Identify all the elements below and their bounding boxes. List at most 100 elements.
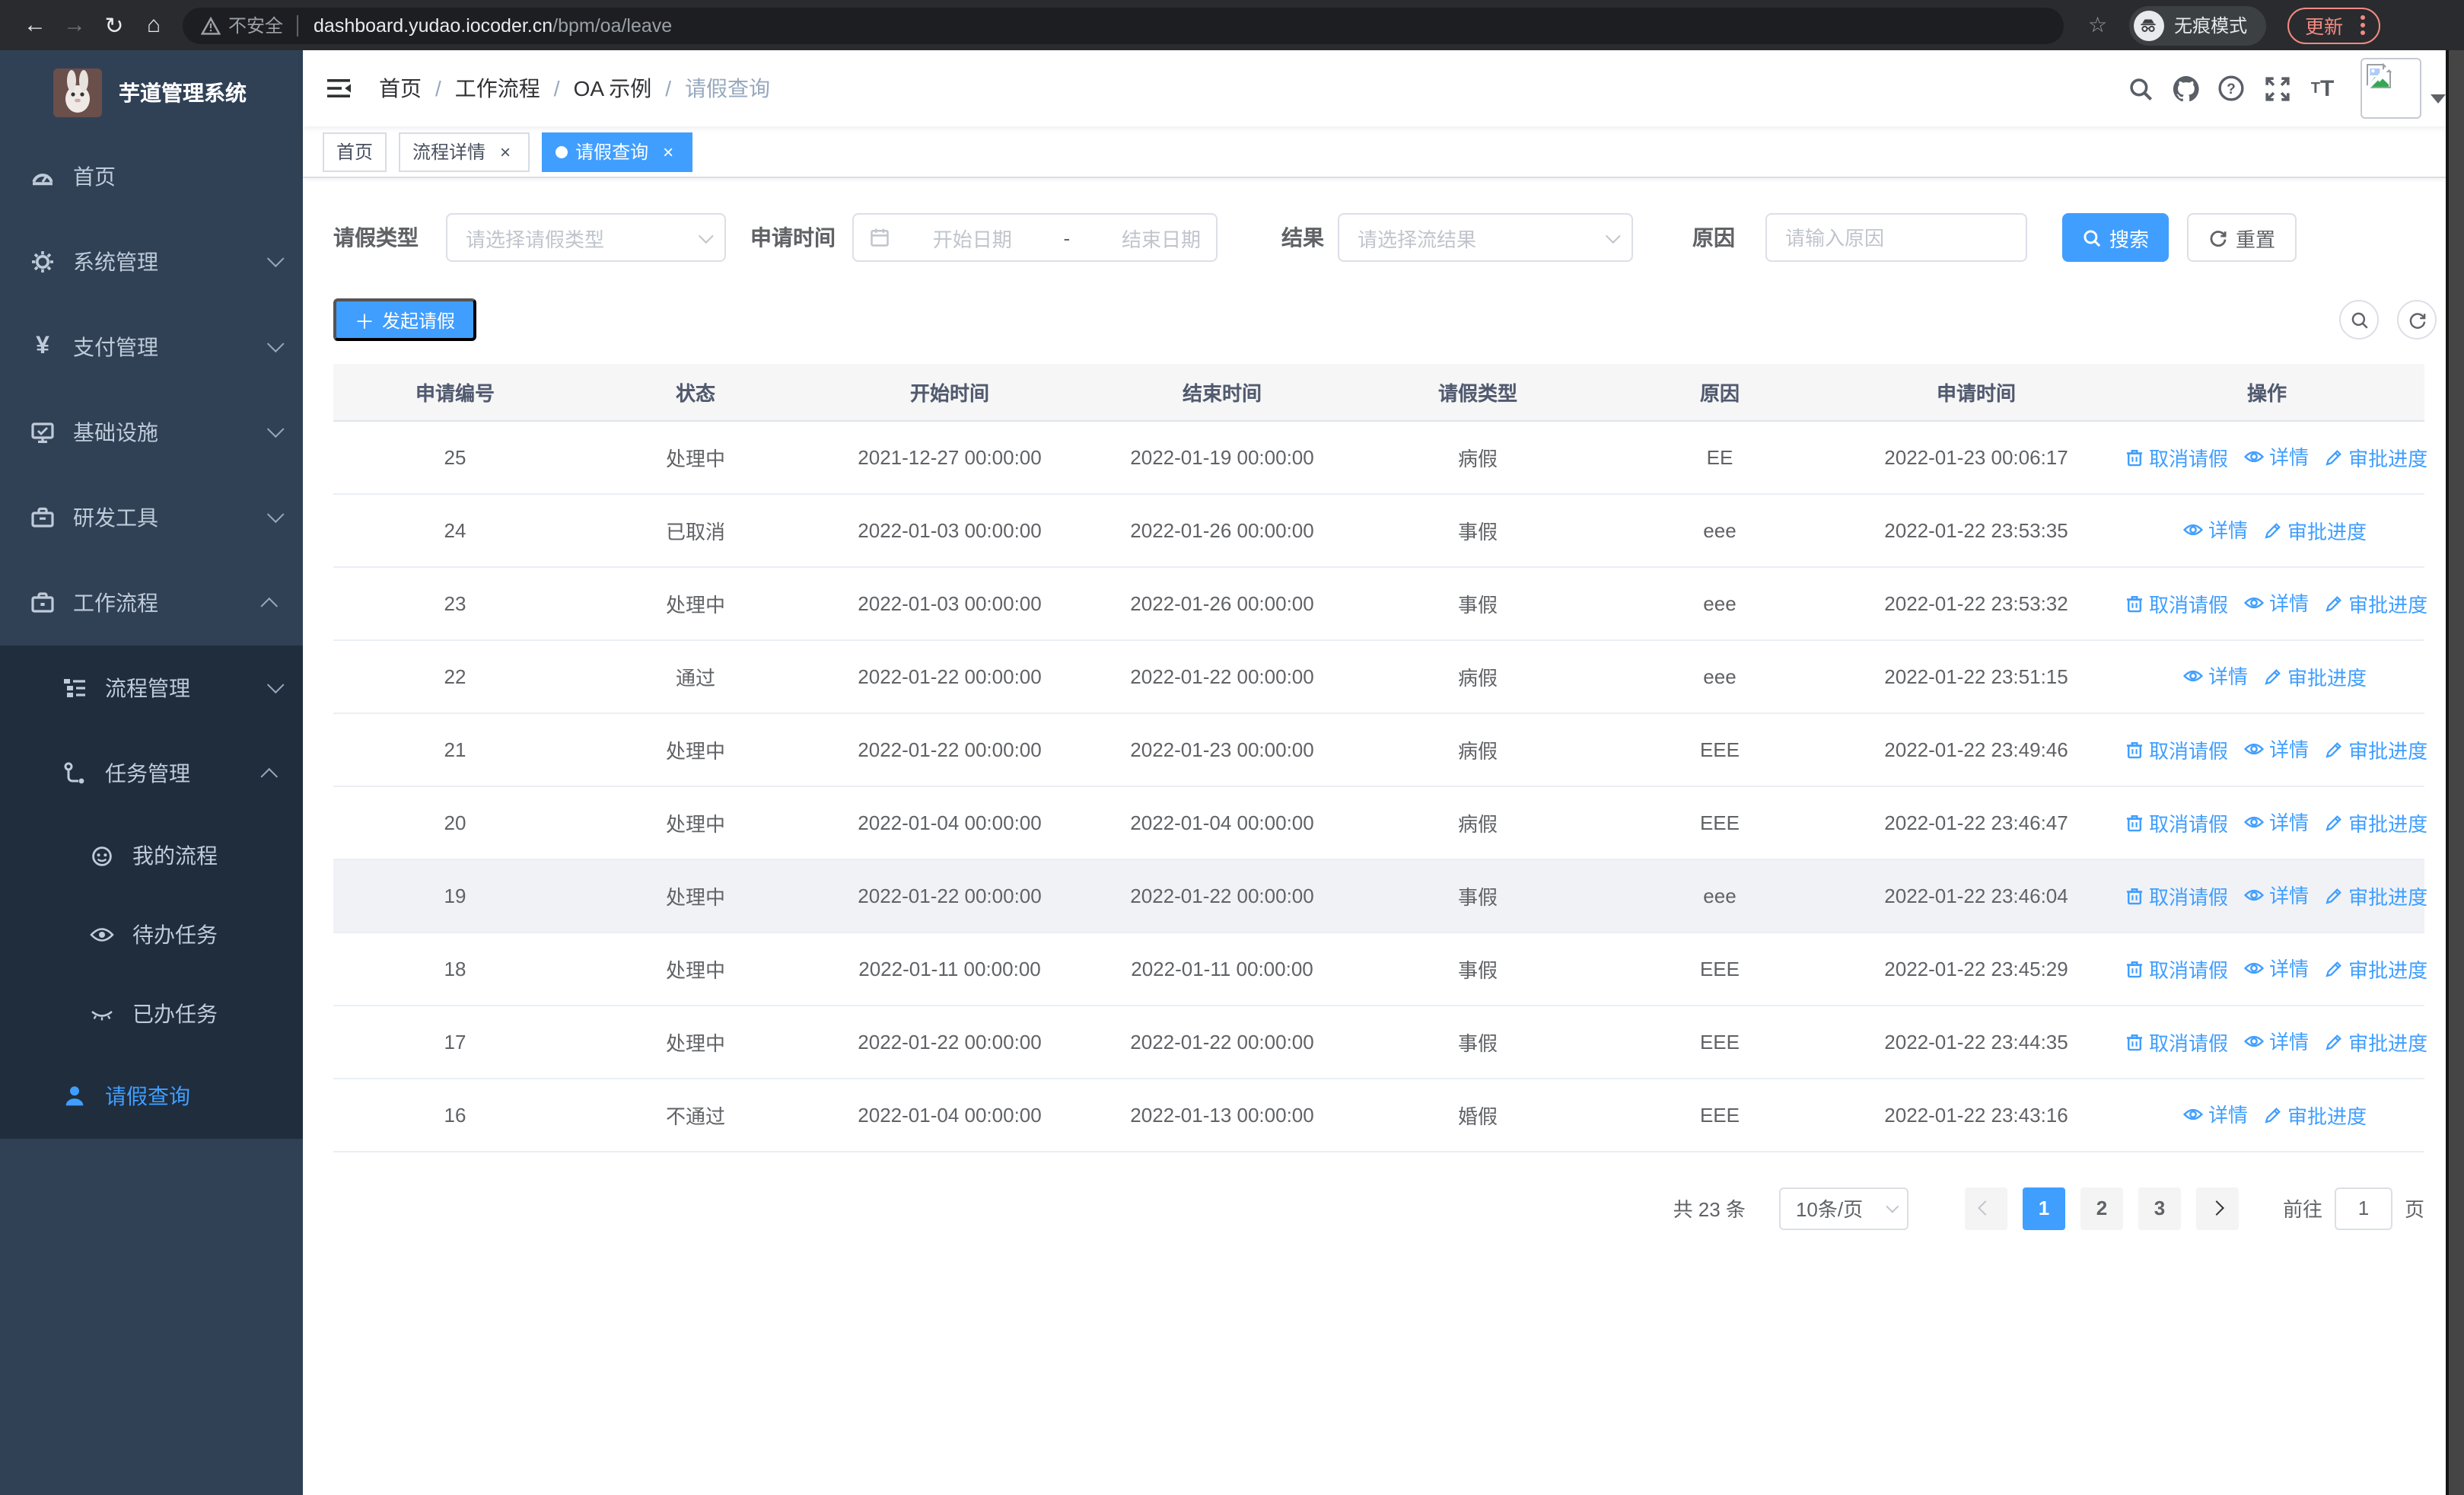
sidebar-collapse-icon[interactable] <box>303 76 376 100</box>
tag-leave-query[interactable]: 请假查询 × <box>542 132 693 171</box>
cancel-link[interactable]: 取消请假 <box>2125 881 2228 910</box>
sidebar-item-done-tasks[interactable]: 已办任务 <box>0 974 303 1054</box>
security-label[interactable]: 不安全 <box>228 12 283 38</box>
detail-link[interactable]: 详情 <box>2243 588 2309 617</box>
progress-link[interactable]: 审批进度 <box>2324 881 2427 910</box>
search-icon[interactable] <box>2117 50 2163 126</box>
breadcrumb-home[interactable]: 首页 <box>379 73 422 104</box>
fullscreen-icon[interactable] <box>2254 50 2300 126</box>
browser-update-button[interactable]: 更新 <box>2287 7 2380 43</box>
browser-toolbar: ← → ↻ ⌂ 不安全 dashboard.yudao.iocoder.cn /… <box>0 0 2464 50</box>
sidebar-logo[interactable]: 芋道管理系统 <box>0 50 303 134</box>
detail-link[interactable]: 详情 <box>2243 442 2309 471</box>
tag-home[interactable]: 首页 <box>323 132 387 171</box>
sidebar-item-workflow[interactable]: 工作流程 <box>0 560 303 645</box>
chevron-down-icon <box>266 676 285 694</box>
font-size-icon[interactable]: TT <box>2300 50 2345 126</box>
detail-link[interactable]: 详情 <box>2182 515 2248 544</box>
github-icon[interactable] <box>2163 50 2208 126</box>
progress-link[interactable]: 审批进度 <box>2324 735 2427 764</box>
browser-scrollbar[interactable] <box>2446 50 2464 1495</box>
sidebar-item-label: 待办任务 <box>132 923 218 947</box>
sidebar-item-pay[interactable]: ¥ 支付管理 <box>0 304 303 390</box>
detail-link[interactable]: 详情 <box>2243 954 2309 983</box>
progress-link[interactable]: 审批进度 <box>2263 516 2367 545</box>
update-label[interactable]: 更新 <box>2305 11 2343 40</box>
show-search-toggle-icon[interactable] <box>2339 300 2379 339</box>
cancel-link[interactable]: 取消请假 <box>2125 808 2228 837</box>
cancel-link[interactable]: 取消请假 <box>2125 589 2228 618</box>
edit-pen-icon <box>2326 595 2341 612</box>
apply-time-range-picker[interactable]: 开始日期 - 结束日期 <box>852 213 1218 262</box>
browser-home-icon[interactable]: ⌂ <box>134 12 173 38</box>
detail-link[interactable]: 详情 <box>2243 735 2309 763</box>
cancel-link[interactable]: 取消请假 <box>2125 955 2228 983</box>
leave-type-select[interactable]: 请选择请假类型 <box>446 213 726 262</box>
browser-reload-icon[interactable]: ↻ <box>94 11 134 39</box>
avatar[interactable] <box>2361 58 2421 119</box>
page-button-2[interactable]: 2 <box>2080 1187 2123 1229</box>
sidebar-item-leave-query[interactable]: 请假查询 <box>0 1054 303 1139</box>
sidebar-item-task-mgmt[interactable]: 任务管理 <box>0 731 303 816</box>
progress-link[interactable]: 审批进度 <box>2263 662 2367 691</box>
goto-page-input[interactable] <box>2334 1187 2392 1229</box>
create-leave-button[interactable]: ＋ 发起请假 <box>333 298 477 341</box>
bookmark-star-icon[interactable]: ☆ <box>2088 12 2107 38</box>
avatar-caret-icon[interactable] <box>2431 94 2446 104</box>
search-button[interactable]: 搜索 <box>2062 213 2169 262</box>
breadcrumb-oa-example[interactable]: OA 示例 <box>574 73 652 104</box>
sidebar-item-infra[interactable]: 基础设施 <box>0 390 303 475</box>
start-date-placeholder[interactable]: 开始日期 <box>933 223 1012 252</box>
leave-table: 申请编号 状态 开始时间 结束时间 请假类型 原因 申请时间 操作 25 处理中 2… <box>333 364 2427 1152</box>
prev-page-button[interactable] <box>1964 1187 2007 1229</box>
page-button-3[interactable]: 3 <box>2138 1187 2181 1229</box>
progress-link[interactable]: 审批进度 <box>2324 1028 2427 1057</box>
url-path[interactable]: /bpm/oa/leave <box>552 14 672 36</box>
breadcrumb-workflow[interactable]: 工作流程 <box>455 73 540 104</box>
refresh-table-icon[interactable] <box>2397 300 2437 339</box>
reset-button[interactable]: 重置 <box>2187 213 2297 262</box>
detail-link[interactable]: 详情 <box>2182 1100 2248 1129</box>
progress-link[interactable]: 审批进度 <box>2263 1101 2367 1130</box>
sidebar-item-dev[interactable]: 研发工具 <box>0 475 303 560</box>
close-icon[interactable]: × <box>495 141 516 162</box>
detail-link[interactable]: 详情 <box>2182 661 2248 690</box>
cell-status: 处理中 <box>577 566 814 640</box>
page-button-1[interactable]: 1 <box>2022 1187 2065 1229</box>
tag-process-detail[interactable]: 流程详情 × <box>399 132 530 171</box>
url-host[interactable]: dashboard.yudao.iocoder.cn <box>314 14 552 36</box>
browser-menu-icon[interactable] <box>2357 12 2367 38</box>
help-icon[interactable]: ? <box>2208 50 2254 126</box>
browser-back-icon[interactable]: ← <box>15 12 55 38</box>
cancel-link[interactable]: 取消请假 <box>2125 443 2228 472</box>
detail-link[interactable]: 详情 <box>2243 881 2309 910</box>
page-size-select[interactable]: 10条/页 <box>1778 1187 1908 1229</box>
eye-icon <box>2182 1108 2204 1120</box>
sidebar-item-my-process[interactable]: 我的流程 <box>0 816 303 895</box>
chevron-down-icon <box>266 420 285 438</box>
end-date-placeholder[interactable]: 结束日期 <box>1122 223 1201 252</box>
sidebar-item-process-mgmt[interactable]: 流程管理 <box>0 645 303 731</box>
sidebar-item-system[interactable]: 系统管理 <box>0 219 303 304</box>
detail-link[interactable]: 详情 <box>2243 808 2309 837</box>
cancel-link[interactable]: 取消请假 <box>2125 1028 2228 1057</box>
sidebar-item-home[interactable]: 首页 <box>0 134 303 219</box>
close-icon[interactable]: × <box>657 141 679 162</box>
breadcrumb: 首页 / 工作流程 / OA 示例 / 请假查询 <box>379 73 770 104</box>
tag-label: 首页 <box>336 142 374 163</box>
browser-forward-icon[interactable]: → <box>55 12 94 38</box>
progress-link[interactable]: 审批进度 <box>2324 808 2427 837</box>
edit-pen-icon <box>2326 741 2341 758</box>
next-page-button[interactable] <box>2195 1187 2239 1229</box>
progress-link[interactable]: 审批进度 <box>2324 443 2427 472</box>
result-select[interactable]: 请选择流结果 <box>1338 213 1633 262</box>
sidebar-item-todo-tasks[interactable]: 待办任务 <box>0 895 303 974</box>
reason-input[interactable] <box>1785 226 2007 249</box>
date-separator: - <box>1063 226 1071 249</box>
detail-link[interactable]: 详情 <box>2243 1027 2309 1056</box>
progress-link[interactable]: 审批进度 <box>2324 589 2427 618</box>
cancel-link[interactable]: 取消请假 <box>2125 735 2228 764</box>
address-bar[interactable]: 不安全 dashboard.yudao.iocoder.cn /bpm/oa/l… <box>183 7 2064 43</box>
progress-link[interactable]: 审批进度 <box>2324 955 2427 983</box>
cell-reason: EEE <box>1597 1078 1843 1152</box>
